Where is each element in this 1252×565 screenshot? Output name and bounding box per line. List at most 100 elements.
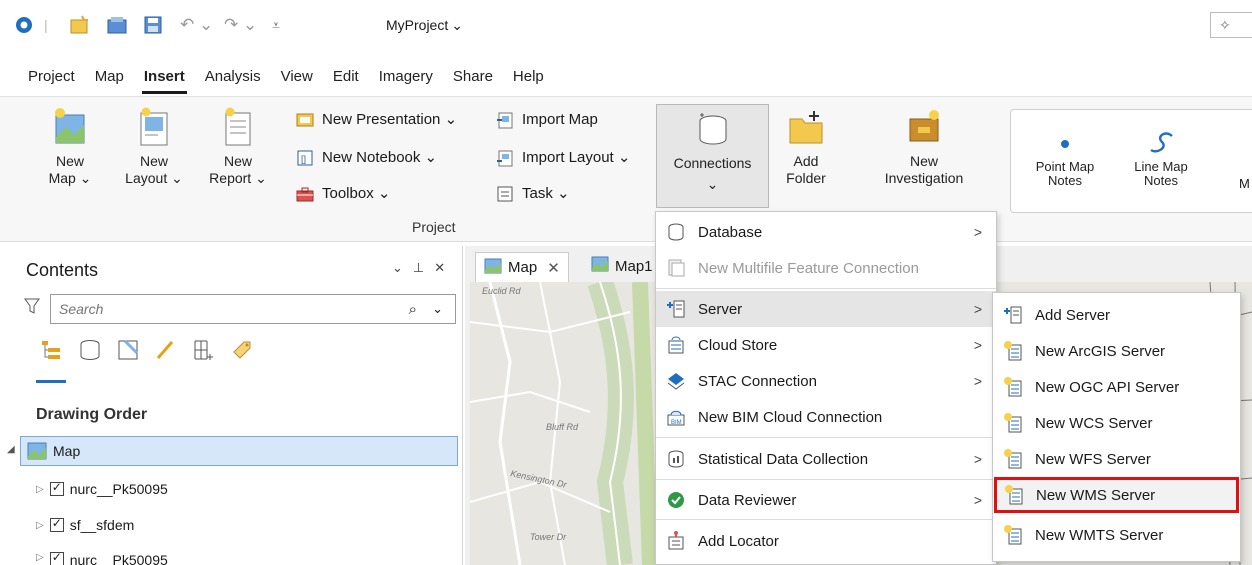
submenu-arrow-icon: > (973, 337, 982, 353)
open-project-icon[interactable] (106, 14, 128, 36)
new-notebook-button[interactable]: [] New Notebook ⌄ (296, 145, 437, 171)
menu-item-label: New ArcGIS Server (1035, 342, 1166, 360)
menu-item-server[interactable]: Server > (656, 291, 996, 327)
new-presentation-label: New Presentation ⌄ (322, 111, 458, 128)
new-map-button[interactable]: New Map ⌄ (40, 107, 100, 187)
connections-button[interactable]: Connections ⌄ (656, 104, 769, 208)
line-map-notes-button[interactable]: Line Map Notes (1121, 124, 1201, 188)
new-map-label-1: New (55, 153, 84, 169)
undo-icon[interactable]: ↶ ⌄ (180, 14, 213, 36)
submenu-arrow-icon: > (973, 373, 982, 389)
search-icon[interactable]: ⌕ (409, 301, 417, 318)
layer-row[interactable]: ▷ sf__sfdem (36, 510, 134, 540)
expand-caret-icon[interactable]: ▷ (36, 484, 44, 495)
add-folder-label-2: Folder (786, 170, 826, 186)
tab-view[interactable]: View (271, 63, 323, 91)
map1-tab[interactable]: Map1 (585, 252, 659, 280)
collapse-caret-icon[interactable]: ◢ (7, 444, 15, 455)
list-by-selection-icon[interactable] (116, 338, 140, 365)
menu-item-statistical-data-collection[interactable]: Statistical Data Collection > (656, 441, 996, 477)
map-layer-row[interactable]: ◢ Map (7, 436, 458, 466)
point-map-notes-label-1: Point Map (1035, 159, 1095, 174)
new-project-icon[interactable] (68, 14, 90, 36)
menu-item-new-wcs-server[interactable]: New WCS Server (993, 405, 1240, 441)
menu-item-database[interactable]: Database > (656, 214, 996, 250)
layer-visibility-checkbox[interactable] (49, 550, 64, 565)
tab-analysis[interactable]: Analysis (195, 63, 271, 91)
new-investigation-button[interactable]: New Investigation (868, 107, 980, 187)
project-name[interactable]: MyProject ⌄ (386, 14, 463, 36)
list-by-snapping-icon[interactable] (192, 338, 216, 365)
menu-item-new-multifile-feature-connection[interactable]: New Multifile Feature Connection (656, 250, 996, 286)
filter-icon[interactable] (24, 296, 40, 320)
layer-row[interactable]: ▷ nurc__Pk50095 (36, 548, 168, 565)
contents-view-toolbar (40, 338, 254, 365)
database-icon (666, 222, 686, 242)
new-investigation-label-1: New (909, 153, 938, 169)
layer-row[interactable]: ▷ nurc__Pk50095 (36, 474, 168, 504)
add-server-icon (1003, 305, 1023, 325)
new-layout-button[interactable]: New Layout ⌄ (124, 107, 184, 187)
tab-insert[interactable]: Insert (134, 63, 195, 94)
menu-item-stac-connection[interactable]: STAC Connection > (656, 363, 996, 399)
import-layout-button[interactable]: Import Layout ⌄ (496, 145, 630, 171)
menu-item-new-ogc-api-server[interactable]: New OGC API Server (993, 369, 1240, 405)
tab-imagery[interactable]: Imagery (369, 63, 443, 91)
street-label: Tower Dr (530, 532, 567, 542)
toolbox-button[interactable]: Toolbox ⌄ (296, 181, 390, 207)
layer-visibility-checkbox[interactable] (49, 516, 64, 532)
chevron-down-icon[interactable]: ⌄ (432, 301, 443, 317)
save-project-icon[interactable] (142, 14, 164, 36)
menu-item-new-wmts-server[interactable]: New WMTS Server (993, 517, 1240, 553)
list-by-drawing-order-icon[interactable] (40, 338, 64, 365)
menu-item-label: Add Locator (698, 532, 779, 550)
expand-caret-icon[interactable]: ▷ (36, 552, 44, 563)
task-button[interactable]: Task ⌄ (496, 181, 570, 207)
menu-item-data-reviewer[interactable]: Data Reviewer > (656, 482, 996, 518)
menu-item-new-wfs-server[interactable]: New WFS Server (993, 441, 1240, 477)
menu-item-label: New OGC API Server (1035, 378, 1180, 396)
list-by-editing-icon[interactable] (154, 338, 178, 365)
menu-item-new-wms-server[interactable]: New WMS Server (994, 477, 1239, 513)
menu-item-label: Add Server (1035, 306, 1111, 324)
import-map-button[interactable]: Import Map (496, 107, 598, 133)
search-input[interactable] (59, 301, 379, 317)
menu-item-label: New WFS Server (1035, 450, 1151, 468)
ribbon: New Map ⌄ New Layout ⌄ New Report ⌄ New … (0, 96, 1252, 242)
expand-caret-icon[interactable]: ▷ (36, 520, 44, 531)
new-report-button[interactable]: New Report ⌄ (206, 107, 270, 187)
notebook-icon: [] (296, 149, 314, 167)
tab-map[interactable]: Map (85, 63, 134, 91)
tab-edit[interactable]: Edit (323, 63, 369, 91)
statistical-data-icon (666, 449, 686, 469)
list-by-labeling-icon[interactable] (230, 338, 254, 365)
menu-item-new-arcgis-server[interactable]: New ArcGIS Server (993, 333, 1240, 369)
tab-share[interactable]: Share (443, 63, 503, 91)
import-layout-label: Import Layout ⌄ (522, 149, 631, 166)
close-icon[interactable]: ✕ (547, 259, 560, 277)
tab-project[interactable]: Project (18, 63, 85, 91)
menu-item-add-locator[interactable]: Add Locator (656, 523, 996, 559)
contents-search-field[interactable]: ⌕ ⌄ (50, 294, 456, 324)
redo-icon[interactable]: ↷ ⌄ (224, 14, 257, 36)
title-bar: | ↶ ⌄ ↷ ⌄ ⩡ MyProject ⌄ ✧ (0, 0, 1252, 62)
new-report-label-1: New (223, 153, 252, 169)
customize-toolbar-icon[interactable]: ⩡ (272, 14, 280, 36)
list-by-source-icon[interactable] (78, 338, 102, 365)
menu-item-cloud-store[interactable]: Cloud Store > (656, 327, 996, 363)
drawing-order-heading: Drawing Order (36, 406, 148, 423)
presentation-icon (296, 111, 314, 129)
new-layout-label-1: New (139, 153, 168, 169)
submenu-arrow-icon: > (973, 492, 982, 508)
menu-item-add-server[interactable]: Add Server (993, 297, 1240, 333)
new-presentation-button[interactable]: New Presentation ⌄ (296, 107, 457, 133)
layer-visibility-checkbox[interactable] (49, 480, 64, 496)
menu-item-new-bim-cloud-connection[interactable]: BIM New BIM Cloud Connection (656, 399, 996, 435)
map-tab[interactable]: Map ✕ (475, 252, 569, 282)
point-map-notes-button[interactable]: Point Map Notes (1025, 124, 1105, 188)
sparkle-search-icon[interactable]: ✧ (1210, 12, 1252, 38)
polygon-map-notes-partial[interactable]: M (1239, 176, 1250, 191)
pane-options[interactable]: ⌄⊥✕ (392, 260, 455, 276)
tab-help[interactable]: Help (503, 63, 554, 91)
add-folder-button[interactable]: Add Folder (778, 107, 834, 187)
